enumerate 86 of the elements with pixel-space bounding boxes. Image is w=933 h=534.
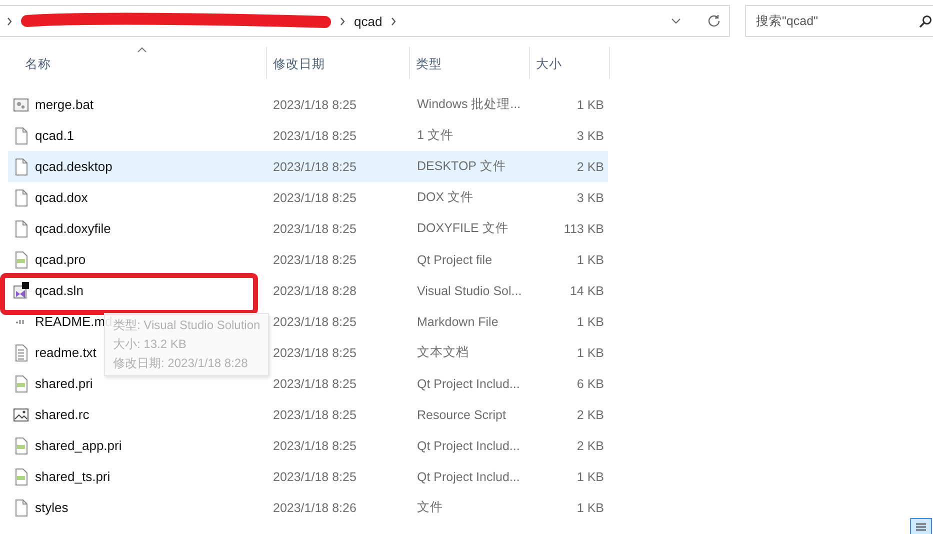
column-header[interactable]: 名称	[0, 47, 267, 79]
selected-file-row[interactable]: qcad.desktop 2023/1/18 8:25 DESKTOP 文件 2 KB	[8, 151, 608, 182]
list-icon	[915, 522, 927, 532]
file-size: 6 KB	[576, 376, 605, 390]
file-type: Windows 批处理...	[416, 96, 522, 113]
file-size: 1 KB	[576, 470, 605, 484]
project-file-icon	[13, 374, 29, 392]
file-date: 2023/1/18 8:25	[272, 190, 358, 204]
file-date: 2023/1/18 8:25	[272, 438, 358, 452]
file-date: 2023/1/18 8:25	[272, 128, 358, 142]
file-name[interactable]: shared.rc	[35, 407, 90, 422]
file-type: Visual Studio Sol...	[416, 284, 523, 298]
file-date: 2023/1/18 8:25	[272, 314, 358, 328]
file-size: 1 KB	[576, 346, 605, 360]
project-file-icon	[13, 436, 29, 454]
file-type: Qt Project file	[416, 252, 494, 266]
file-date: 2023/1/18 8:26	[272, 500, 358, 514]
file-date: 2023/1/18 8:25	[272, 346, 358, 360]
file-icon	[13, 498, 29, 516]
file-icon	[13, 126, 29, 144]
file-type: Qt Project Includ...	[416, 376, 521, 390]
file-name[interactable]: qcad.dox	[35, 190, 88, 205]
file-date: 2023/1/18 8:25	[272, 222, 358, 236]
file-name[interactable]: styles	[35, 500, 68, 515]
text-file-icon	[13, 344, 29, 362]
file-type: DESKTOP 文件	[416, 158, 507, 175]
project-file-icon	[13, 468, 29, 486]
file-date: 2023/1/18 8:25	[272, 408, 358, 422]
file-size: 14 KB	[568, 284, 605, 298]
file-icon	[13, 188, 29, 206]
solution-file-icon	[13, 282, 29, 300]
file-icon	[13, 158, 29, 176]
tooltip-text: 修改日期: 2023/1/18 8:28	[113, 355, 249, 372]
image-file-icon	[13, 406, 29, 424]
file-name[interactable]: qcad.pro	[35, 252, 86, 267]
chevron-icon	[390, 16, 398, 26]
address-bar[interactable]: qcad	[0, 5, 730, 37]
file-date: 2023/1/18 8:25	[272, 98, 358, 112]
file-size: 1 KB	[576, 252, 605, 266]
file-size: 113 KB	[562, 222, 605, 236]
tooltip-text: 类型: Visual Studio Solution	[113, 317, 260, 334]
details-view-button[interactable]	[910, 518, 932, 534]
file-type: 1 文件	[416, 127, 454, 144]
batch-file-icon	[13, 96, 29, 114]
tooltip-text: 大小: 13.2 KB	[113, 336, 188, 353]
column-header[interactable]: 大小	[530, 47, 610, 79]
file-name[interactable]: readme.txt	[35, 345, 96, 360]
file-size: 1 KB	[576, 500, 605, 514]
file-size: 3 KB	[576, 190, 605, 204]
file-size: 1 KB	[576, 98, 605, 112]
file-size: 3 KB	[576, 128, 605, 142]
file-name[interactable]: qcad.desktop	[35, 159, 112, 174]
file-type: DOX 文件	[416, 189, 475, 206]
column-header[interactable]: 类型	[410, 47, 530, 79]
file-name[interactable]: shared.pri	[35, 376, 93, 391]
file-type: 文件	[416, 499, 444, 516]
file-type: Qt Project Includ...	[416, 438, 521, 452]
file-name[interactable]: qcad.doxyfile	[35, 221, 111, 236]
search-field[interactable]: 搜索"qcad"	[745, 5, 933, 37]
file-icon	[13, 220, 29, 238]
file-date: 2023/1/18 8:25	[272, 252, 358, 266]
file-name[interactable]: shared_ts.pri	[35, 469, 110, 484]
file-name[interactable]: README.md	[35, 314, 112, 329]
file-date: 2023/1/18 8:25	[272, 470, 358, 484]
column-header[interactable]: 修改日期	[267, 47, 410, 79]
file-name[interactable]: shared_app.pri	[35, 438, 122, 453]
breadcrumb-item[interactable]: qcad	[354, 14, 382, 28]
file-size: 2 KB	[576, 408, 605, 422]
file-name[interactable]: qcad.1	[35, 128, 74, 143]
file-type: Markdown File	[416, 314, 500, 328]
search-icon	[919, 14, 932, 28]
chevron-icon	[339, 16, 346, 26]
chevron-icon	[6, 16, 13, 26]
file-date: 2023/1/18 8:25	[272, 376, 358, 390]
file-size: 2 KB	[576, 438, 605, 452]
file-type: Resource Script	[416, 408, 507, 422]
file-name[interactable]: merge.bat	[35, 97, 94, 112]
file-date: 2023/1/18 8:28	[272, 284, 358, 298]
file-name[interactable]: qcad.sln	[35, 283, 84, 298]
file-type: 文本文档	[416, 344, 470, 361]
file-size: 2 KB	[576, 160, 605, 174]
file-type: Qt Project Includ...	[416, 470, 521, 484]
file-type: DOXYFILE 文件	[416, 220, 510, 237]
file-date: 2023/1/18 8:25	[272, 160, 358, 174]
project-file-icon	[13, 250, 29, 268]
file-size: 1 KB	[576, 314, 605, 328]
